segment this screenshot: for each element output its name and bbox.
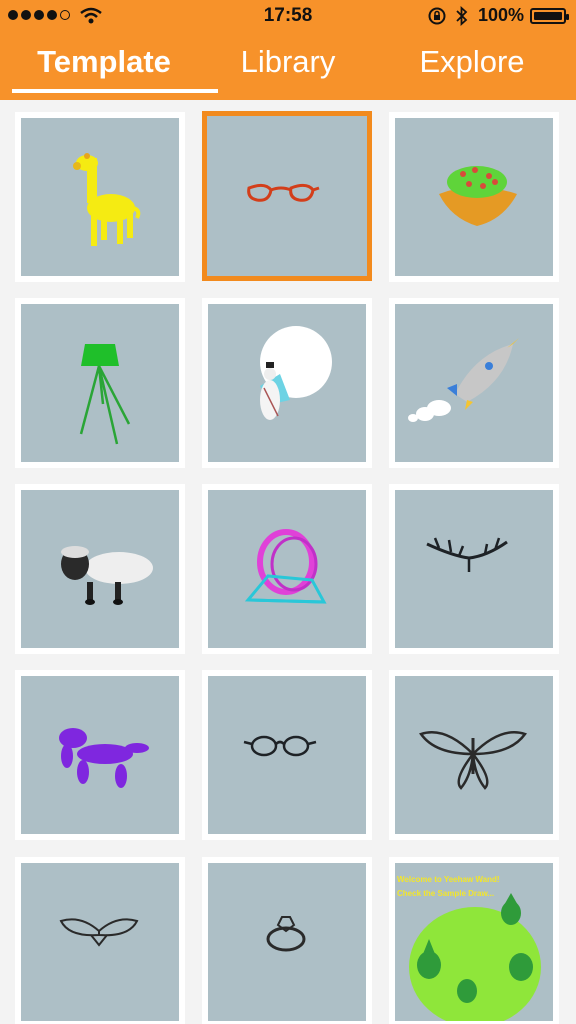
diamond-ring-icon [266, 916, 306, 952]
snowman-icon [260, 326, 332, 420]
template-floor-lamp[interactable] [15, 298, 185, 468]
tab-explore[interactable]: Explore [376, 44, 568, 94]
template-balloon-dog[interactable] [15, 670, 185, 840]
tab-library[interactable]: Library [192, 44, 384, 94]
rocket-icon [408, 338, 519, 422]
status-bar: 17:58 100% [0, 0, 576, 32]
template-winged-ornament[interactable] [15, 857, 185, 1024]
giraffe-icon [73, 153, 141, 246]
bluetooth-icon [456, 5, 468, 27]
template-sheep[interactable] [15, 484, 185, 654]
butterfly-icon [419, 731, 527, 790]
hamster-wheel-icon [244, 529, 327, 604]
template-bird-nest[interactable] [389, 112, 559, 282]
active-tab-indicator [12, 89, 218, 93]
winged-ornament-icon [59, 918, 139, 947]
tab-template[interactable]: Template [8, 44, 200, 94]
rotation-lock-icon [428, 7, 446, 25]
template-rocket[interactable] [389, 298, 559, 468]
template-butterfly[interactable] [389, 670, 559, 840]
template-planet-trees[interactable]: Welcome to Yeehaw Wand! Check the Sample… [389, 857, 559, 1024]
template-hamster-wheel[interactable] [202, 484, 372, 654]
bird-nest-icon [439, 166, 517, 226]
template-diamond-ring[interactable] [202, 857, 372, 1024]
floor-lamp-icon [79, 344, 131, 445]
template-giraffe[interactable] [15, 112, 185, 282]
template-glasses[interactable] [202, 111, 372, 281]
battery-icon [530, 8, 569, 24]
sample-draw-text: Check the Sample Draw... [397, 889, 495, 898]
welcome-text: Welcome to Yeehaw Wand! [397, 875, 500, 884]
template-branch-ornament[interactable] [389, 484, 559, 654]
round-glasses-icon [243, 735, 317, 757]
battery-percent: 100% [478, 5, 525, 25]
branch-ornament-icon [426, 537, 508, 572]
balloon-dog-icon [59, 728, 149, 788]
template-round-glasses[interactable] [202, 670, 372, 840]
template-snowman[interactable] [202, 298, 372, 468]
top-bar: 17:58 100% Template Library Explore [0, 0, 576, 100]
glasses-icon [247, 183, 320, 202]
planet-trees-icon [409, 893, 541, 1021]
sheep-icon [61, 546, 153, 605]
